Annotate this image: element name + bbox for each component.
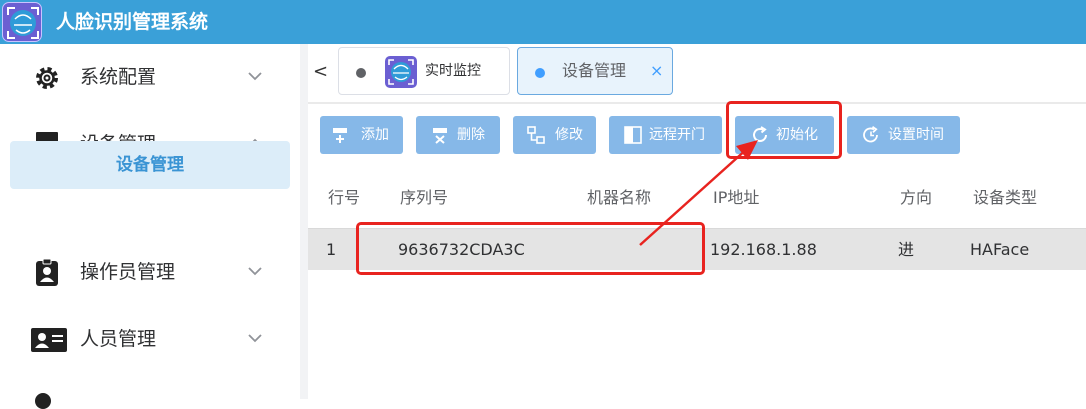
tab-status-dot bbox=[535, 68, 545, 78]
tab-scroll-left-icon[interactable]: < bbox=[313, 62, 328, 82]
sidebar-item-label: 人员管理 bbox=[80, 328, 157, 350]
edit-icon bbox=[527, 126, 545, 144]
gear-icon bbox=[36, 67, 58, 89]
button-label: 添加 bbox=[361, 127, 389, 143]
chevron-down-icon bbox=[248, 267, 262, 276]
face-recognition-app-icon bbox=[385, 56, 417, 88]
table-cell: 1 bbox=[326, 240, 337, 259]
column-header: 序列号 bbox=[400, 188, 449, 207]
delete-button[interactable]: 删除 bbox=[416, 116, 500, 154]
sidebar-next-item-icon bbox=[35, 393, 51, 409]
app-header: 人脸识别管理系统 bbox=[0, 0, 1086, 44]
tab-label: 实时监控 bbox=[425, 63, 481, 79]
column-header: 行号 bbox=[328, 188, 361, 207]
sidebar-item-system-config[interactable]: 系统配置 bbox=[0, 52, 300, 102]
edit-button[interactable]: 修改 bbox=[513, 116, 596, 154]
set-time-button[interactable]: 设置时间 bbox=[847, 116, 960, 154]
sidebar-subitem-label: 设备管理 bbox=[116, 155, 184, 175]
button-label: 设置时间 bbox=[888, 127, 944, 143]
button-label: 删除 bbox=[457, 127, 485, 143]
sidebar-item-personnel-management[interactable]: 人员管理 bbox=[0, 314, 300, 364]
face-recognition-logo-icon bbox=[2, 2, 42, 42]
delete-icon bbox=[433, 128, 447, 144]
sidebar-divider bbox=[300, 44, 308, 399]
annotation-arrow bbox=[639, 140, 758, 246]
sidebar-item-label: 操作员管理 bbox=[80, 261, 176, 283]
sidebar-item-operator-management[interactable]: 操作员管理 bbox=[0, 247, 300, 297]
table-cell: 进 bbox=[898, 240, 915, 259]
sidebar-item-label: 系统配置 bbox=[80, 66, 157, 88]
chevron-down-icon bbox=[248, 334, 262, 343]
id-badge-icon bbox=[36, 259, 58, 286]
content-top-border bbox=[308, 102, 1086, 104]
button-label: 修改 bbox=[555, 127, 583, 143]
column-header: 方向 bbox=[900, 188, 933, 207]
app-title: 人脸识别管理系统 bbox=[56, 11, 209, 33]
sidebar-subitem-device-management[interactable]: 设备管理 bbox=[10, 141, 290, 189]
table-cell: HAFace bbox=[970, 240, 1030, 259]
tab-bar: < 实时监控 设备管理 × bbox=[308, 44, 1086, 102]
tab-label: 设备管理 bbox=[562, 61, 627, 80]
id-card-icon bbox=[31, 328, 67, 352]
chevron-down-icon bbox=[248, 72, 262, 81]
add-icon bbox=[333, 128, 347, 143]
clock-refresh-icon bbox=[863, 126, 878, 143]
tab-device-management[interactable]: 设备管理 × bbox=[517, 47, 673, 95]
column-header: 设备类型 bbox=[973, 188, 1038, 207]
tab-status-dot bbox=[356, 68, 366, 78]
add-button[interactable]: 添加 bbox=[320, 116, 403, 154]
tab-realtime-monitor[interactable]: 实时监控 bbox=[338, 47, 510, 95]
close-icon[interactable]: × bbox=[650, 60, 663, 82]
